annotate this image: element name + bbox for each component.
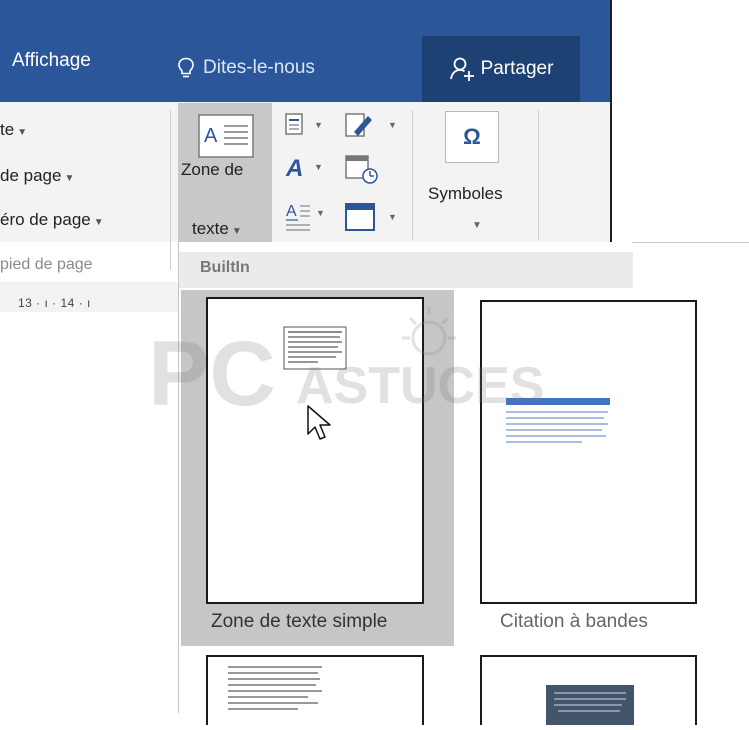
wordart-icon[interactable]: A ▼ [284, 152, 326, 182]
ribbon-menu-item-1[interactable]: te ▼ [0, 120, 27, 140]
tell-me-text: Dites-le-nous [203, 57, 315, 78]
text-box-icon: A [198, 114, 254, 158]
chevron-down-icon[interactable]: ▼ [472, 220, 482, 231]
text-box-label: Zone de [181, 160, 244, 179]
ribbon-menu-item-2[interactable]: de page ▼ [0, 166, 74, 186]
gallery-item-3-thumbnail [228, 666, 322, 710]
ribbon-menu-item-3[interactable]: éro de page ▼ [0, 210, 104, 230]
text-box-label-2: texte ▼ [192, 219, 242, 239]
drop-cap-icon[interactable]: A ▼ [284, 198, 326, 234]
share-button[interactable]: Partager [422, 36, 580, 102]
quick-parts-icon[interactable]: ▼ [284, 112, 326, 140]
gallery-item-4[interactable] [480, 655, 697, 725]
group-divider [412, 110, 413, 240]
symbols-label: Symboles [428, 184, 503, 203]
gallery-item-banded-quote[interactable] [480, 300, 697, 604]
text-box-label-text: texte [192, 219, 229, 238]
svg-text:▼: ▼ [316, 208, 325, 218]
svg-text:A: A [285, 155, 303, 182]
svg-text:▼: ▼ [314, 162, 323, 172]
omega-icon: Ω [463, 124, 481, 149]
svg-text:A: A [286, 203, 297, 220]
watermark-logo-pc: PC [148, 323, 276, 425]
ribbon-menu-item-2-label: de page [0, 166, 62, 185]
object-icon[interactable]: ▼ [344, 202, 402, 234]
watermark-lightbulb-icon [402, 306, 456, 356]
svg-text:▼: ▼ [388, 212, 397, 222]
person-add-icon [449, 57, 474, 81]
chevron-down-icon: ▼ [17, 127, 28, 138]
gallery-item-label: Citation à bandes [500, 611, 648, 632]
share-label: Partager [480, 58, 554, 79]
group-divider [538, 110, 539, 240]
date-time-icon[interactable] [344, 152, 384, 186]
tell-me-box[interactable]: Dites-le-nous [177, 44, 315, 92]
chevron-down-icon: ▼ [93, 217, 104, 228]
group-label-header-footer: pied de page [0, 256, 93, 273]
mouse-cursor-icon [307, 405, 331, 440]
ribbon-menu-item-1-label: te [0, 120, 15, 139]
gallery-item-4-thumbnail [546, 685, 634, 725]
gallery-item-label: Zone de texte simple [211, 611, 388, 632]
gallery-item-3[interactable] [206, 655, 424, 725]
svg-text:A: A [204, 125, 218, 147]
svg-text:▼: ▼ [314, 120, 323, 130]
gallery-border [632, 242, 749, 243]
lightbulb-icon [178, 57, 194, 78]
group-divider [170, 110, 171, 270]
chevron-down-icon: ▼ [231, 226, 242, 237]
symbols-button[interactable]: Ω [445, 111, 499, 163]
chevron-down-icon: ▼ [64, 173, 75, 184]
banded-quote-thumbnail [506, 398, 610, 443]
ruler-ticks: 13 · ı · 14 · ı [18, 296, 91, 310]
tab-affichage[interactable]: Affichage [12, 50, 91, 72]
ribbon-menu-item-3-label: éro de page [0, 210, 91, 229]
svg-text:▼: ▼ [388, 120, 397, 130]
gallery-section-title: BuiltIn [200, 259, 250, 276]
signature-line-icon[interactable]: ▼ [344, 110, 402, 142]
